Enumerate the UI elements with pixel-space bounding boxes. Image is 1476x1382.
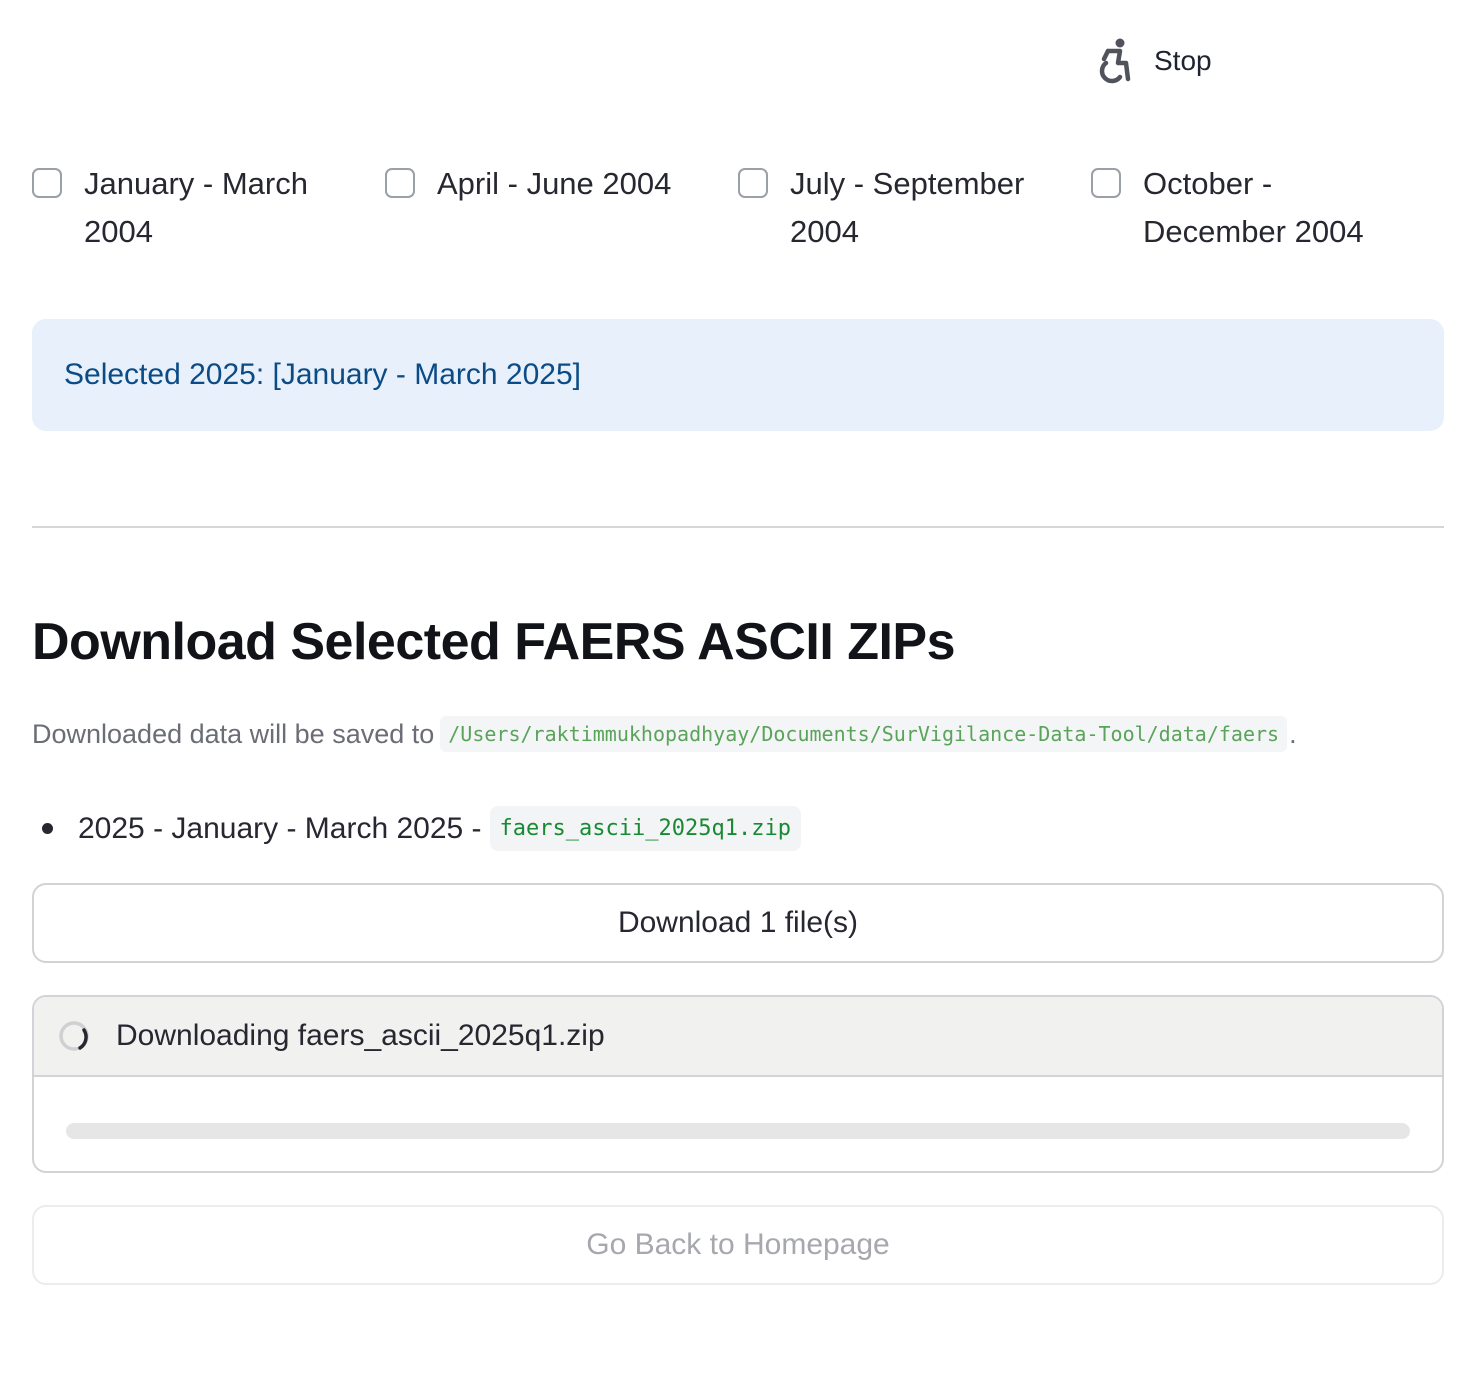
quarter-label: October - December 2004 [1143,166,1364,249]
checkbox[interactable] [738,168,768,198]
file-list: 2025 - January - March 2025 - faers_asci… [32,806,801,851]
file-item-text: 2025 - January - March 2025 - [78,811,482,845]
section-title: Download Selected FAERS ASCII ZIPs [32,613,956,671]
list-item: 2025 - January - March 2025 - faers_asci… [32,806,801,851]
quarter-checkbox-row: January - March 2004 April - June 2004 J… [32,160,1444,256]
download-status-box: Downloading faers_ascii_2025q1.zip [32,995,1444,1173]
quarter-label: July - September 2004 [790,166,1025,249]
save-path-code: /Users/raktimmukhopadhyay/Documents/SurV… [440,716,1288,752]
selection-info-box: Selected 2025: [January - March 2025] [32,319,1444,431]
save-location-text: Downloaded data will be saved to /Users/… [32,716,1297,752]
quarter-checkbox-q1[interactable]: January - March 2004 [32,160,385,256]
divider [32,526,1444,528]
checkbox[interactable] [1091,168,1121,198]
quarter-checkbox-q4[interactable]: October - December 2004 [1091,160,1444,256]
quarter-label: April - June 2004 [437,166,672,201]
running-status: Stop [1094,36,1212,86]
go-back-home-button[interactable]: Go Back to Homepage [32,1205,1444,1285]
save-prefix: Downloaded data will be saved to [32,718,435,749]
save-suffix: . [1289,718,1297,749]
bullet-icon [42,823,53,834]
quarter-label: January - March 2004 [84,166,308,249]
quarter-checkbox-q2[interactable]: April - June 2004 [385,160,738,256]
running-person-icon [1099,38,1131,84]
quarter-checkbox-q3[interactable]: July - September 2004 [738,160,1091,256]
selection-info-text: Selected 2025: [January - March 2025] [64,358,581,391]
progress-bar [66,1123,1410,1139]
download-files-button[interactable]: Download 1 file(s) [32,883,1444,963]
stop-button[interactable]: Stop [1154,45,1212,77]
checkbox[interactable] [32,168,62,198]
file-name-code: faers_ascii_2025q1.zip [489,806,801,851]
download-status-header[interactable]: Downloading faers_ascii_2025q1.zip [34,997,1442,1077]
spinner-icon [59,1021,89,1051]
download-status-text: Downloading faers_ascii_2025q1.zip [116,1019,605,1052]
checkbox[interactable] [385,168,415,198]
